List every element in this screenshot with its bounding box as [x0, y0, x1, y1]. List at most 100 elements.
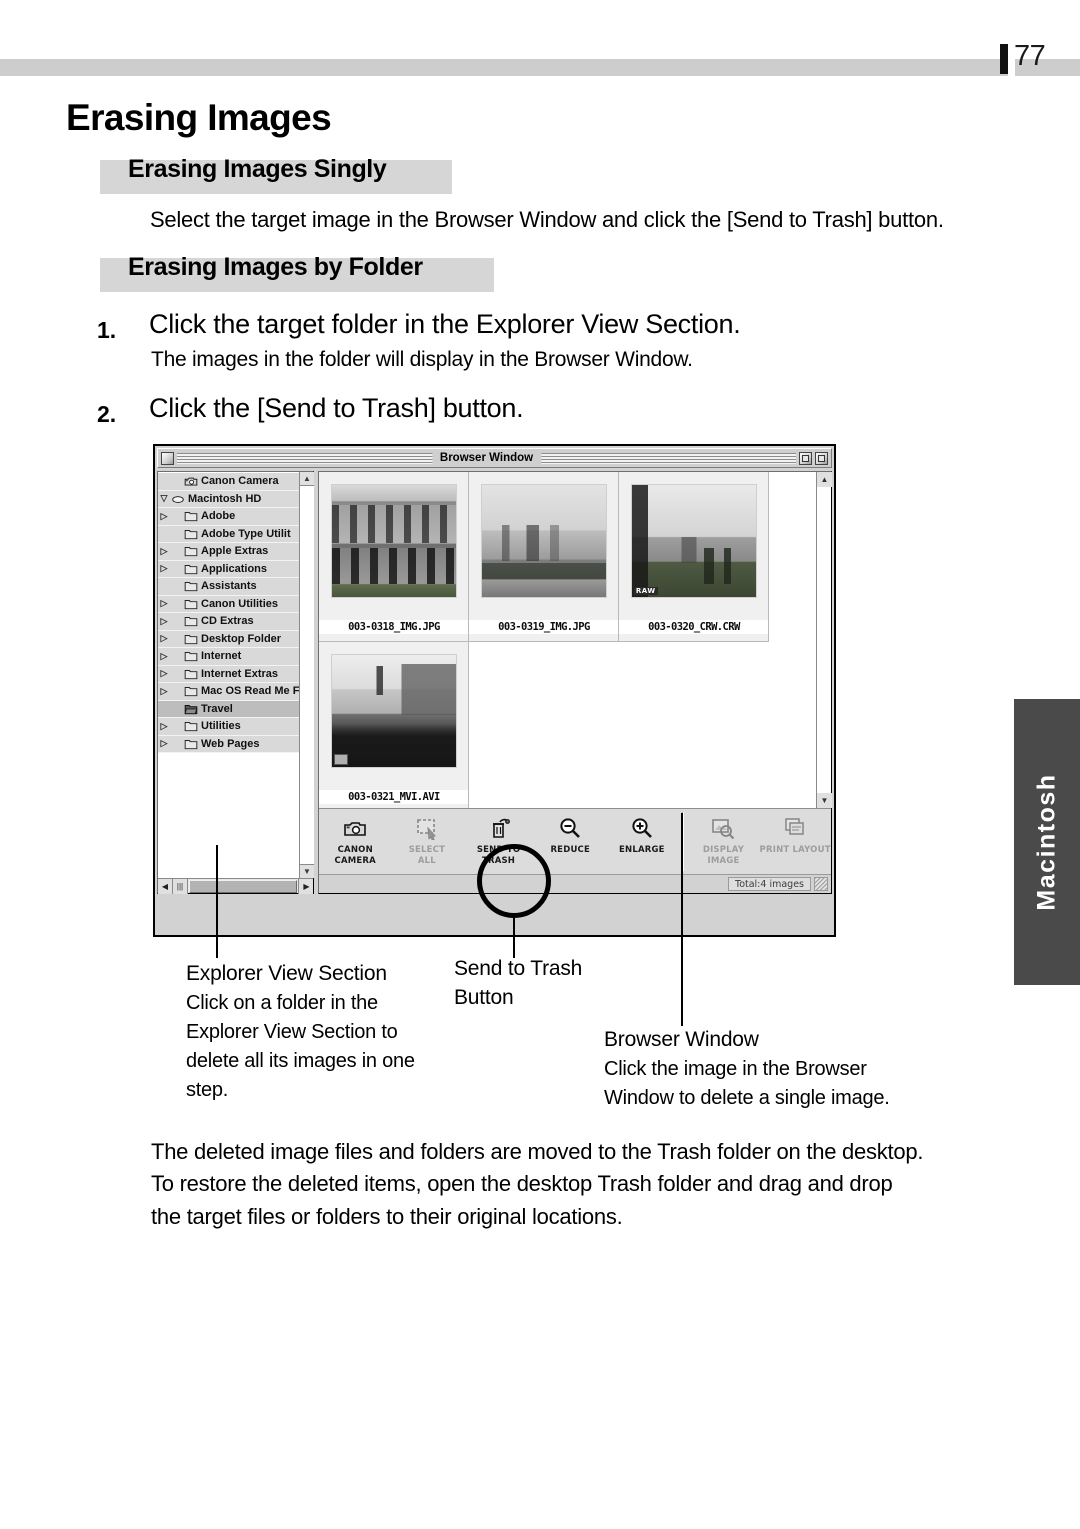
- toolbar-button-trash[interactable]: SEND TO TRASH: [463, 809, 535, 874]
- tree-scroll-track[interactable]: [299, 486, 314, 864]
- zoom-out-icon: [555, 815, 585, 841]
- thumbnail-grid[interactable]: 003-0318_IMG.JPG 003-0319_IMG.JPG RAW 003-0…: [319, 472, 816, 808]
- step-2-number: 2.: [97, 401, 117, 427]
- disclosure-triangle-icon[interactable]: ▷: [158, 616, 170, 626]
- thumbnail-image[interactable]: [480, 484, 607, 598]
- browser-scroll-up-arrow-icon[interactable]: ▲: [817, 472, 832, 487]
- callout-browser-window: Browser Window Click the image in the Br…: [604, 1026, 964, 1113]
- disclosure-triangle-icon[interactable]: ▷: [158, 511, 170, 521]
- display-image-icon: [708, 815, 738, 841]
- browser-window-pane[interactable]: 003-0318_IMG.JPG 003-0319_IMG.JPG RAW 003-0…: [318, 471, 832, 894]
- explorer-view-section[interactable]: Canon Camera ▽ Macintosh HD ▷ Adobe Adobe Typ…: [157, 471, 315, 894]
- tree-item[interactable]: Adobe Type Utilit: [158, 525, 300, 543]
- folder-icon: [183, 597, 198, 611]
- tree-item[interactable]: Assistants: [158, 578, 300, 596]
- callout-browser-body-line2: Window to delete a single image.: [604, 1086, 890, 1109]
- tree-item[interactable]: ▽ Macintosh HD: [158, 490, 300, 508]
- callout-explorer-title: Explorer View Section: [186, 962, 387, 985]
- browser-vertical-scrollbar[interactable]: ▲ ▼: [816, 472, 832, 808]
- thumbnail-image[interactable]: [330, 654, 457, 768]
- step-1-text: Click the target folder in the Explorer …: [149, 309, 741, 339]
- thumbnail-image[interactable]: [330, 484, 457, 598]
- toolbar-button-label: ENLARGE: [619, 845, 665, 855]
- h-scroll-thumb-grip[interactable]: |||: [173, 878, 188, 894]
- thumbnail-cell[interactable]: 003-0318_IMG.JPG: [319, 472, 470, 642]
- drive-icon: [170, 492, 185, 506]
- tree-item[interactable]: ▷ Web Pages: [158, 735, 300, 753]
- disclosure-triangle-icon[interactable]: ▷: [158, 651, 170, 661]
- browser-scroll-down-arrow-icon[interactable]: ▼: [817, 793, 832, 808]
- thumbnail-cell[interactable]: 003-0321_MVI.AVI: [319, 642, 470, 808]
- window-titlebar: Browser Window: [157, 448, 832, 468]
- disclosure-triangle-icon[interactable]: ▷: [158, 686, 170, 696]
- toolbar-button-zoom-out[interactable]: REDUCE: [534, 809, 606, 874]
- toolbar-button-label: CANON CAMERA: [334, 845, 376, 866]
- scroll-left-arrow-icon[interactable]: ◀: [158, 878, 173, 894]
- disclosure-triangle-icon[interactable]: ▷: [158, 669, 170, 678]
- tree-item[interactable]: ▷ Canon Utilities: [158, 595, 300, 613]
- collapse-box-icon[interactable]: [815, 451, 828, 465]
- tree-item[interactable]: Travel: [158, 700, 300, 718]
- tree-item[interactable]: ▷ Internet Extras: [158, 665, 300, 683]
- tree-item[interactable]: ▷ Internet: [158, 648, 300, 666]
- tree-item[interactable]: ▷ Desktop Folder: [158, 630, 300, 648]
- folder-icon: [183, 632, 198, 646]
- tree-item-label: Assistants: [201, 580, 257, 593]
- window-title: Browser Window: [431, 452, 542, 464]
- folder-icon: [183, 562, 198, 576]
- section-heading-singly: Erasing Images Singly: [100, 155, 452, 194]
- toolbar-button-label: SELECT ALL: [408, 845, 446, 866]
- browser-toolbar[interactable]: CANON CAMERA SELECT ALL SEND TO TRASH REDUC…: [319, 808, 831, 874]
- disclosure-triangle-icon[interactable]: ▷: [158, 564, 170, 573]
- thumbnail-filename: 003-0320_CRW.CRW: [619, 620, 769, 634]
- tree-item[interactable]: ▷ Utilities: [158, 718, 300, 736]
- tree-item[interactable]: ▷ Mac OS Read Me F: [158, 683, 300, 701]
- tree-item-label: Mac OS Read Me F: [201, 685, 300, 698]
- disclosure-triangle-icon[interactable]: ▷: [158, 739, 170, 748]
- folder-icon: [183, 719, 198, 733]
- disclosure-triangle-icon[interactable]: ▷: [158, 546, 170, 556]
- folder-icon: [183, 509, 198, 523]
- thumbnail-cell[interactable]: 003-0319_IMG.JPG: [469, 472, 620, 642]
- scroll-down-arrow-icon[interactable]: ▼: [299, 864, 314, 878]
- tree-item-label: Travel: [201, 702, 233, 715]
- thumbnail-image[interactable]: RAW: [630, 484, 757, 598]
- disclosure-triangle-icon[interactable]: ▷: [158, 599, 170, 608]
- page-title: Erasing Images: [66, 97, 332, 138]
- tree-item[interactable]: Canon Camera: [158, 473, 300, 491]
- tree-horizontal-scrollbar[interactable]: ◀ ||| ▶: [158, 878, 314, 894]
- zoom-box-icon[interactable]: [799, 451, 812, 465]
- folder-tree[interactable]: Canon Camera ▽ Macintosh HD ▷ Adobe Adobe Typ…: [158, 472, 300, 878]
- tree-item[interactable]: ▷ Adobe: [158, 508, 300, 526]
- titlebar-stripes: Browser Window: [177, 452, 796, 464]
- thumbnail-cell[interactable]: RAW 003-0320_CRW.CRW: [619, 472, 770, 642]
- disclosure-triangle-icon[interactable]: ▽: [158, 494, 170, 503]
- close-box-icon[interactable]: [161, 451, 174, 465]
- thumbnail-area: 003-0318_IMG.JPG 003-0319_IMG.JPG RAW 003-0…: [319, 472, 832, 808]
- toolbar-button-camera[interactable]: CANON CAMERA: [319, 809, 391, 874]
- grow-box-icon[interactable]: [814, 877, 828, 891]
- singly-body-text: Select the target image in the Browser W…: [150, 207, 944, 232]
- scroll-up-arrow-icon[interactable]: ▲: [299, 472, 314, 486]
- tree-item[interactable]: ▷ CD Extras: [158, 613, 300, 631]
- tree-item[interactable]: ▷ Apple Extras: [158, 543, 300, 561]
- disclosure-triangle-icon[interactable]: ▷: [158, 634, 170, 643]
- disclosure-triangle-icon[interactable]: ▷: [158, 721, 170, 731]
- tree-item-label: Internet Extras: [201, 667, 279, 680]
- tree-item[interactable]: ▷ Applications: [158, 560, 300, 578]
- h-scroll-thumb[interactable]: [189, 879, 298, 893]
- callout-explorer-view-section: Explorer View Section Click on a folder …: [186, 960, 446, 1105]
- trash-icon: [484, 815, 514, 841]
- section-heading-by-folder-label: Erasing Images by Folder: [128, 253, 423, 281]
- browser-scroll-track[interactable]: [817, 487, 831, 793]
- toolbar-button-zoom-in[interactable]: ENLARGE: [606, 809, 678, 874]
- select-all-icon: [412, 815, 442, 841]
- scroll-right-arrow-icon[interactable]: ▶: [298, 878, 314, 894]
- camera-icon: [340, 815, 370, 841]
- tree-item-label: Desktop Folder: [201, 632, 282, 645]
- leader-line-trash: [513, 918, 515, 958]
- leader-line-explorer: [216, 845, 218, 958]
- tree-item-label: Adobe: [201, 510, 236, 523]
- tree-vertical-scrollbar[interactable]: ▲ ▼: [299, 472, 314, 878]
- leader-line-browser: [681, 813, 683, 1026]
